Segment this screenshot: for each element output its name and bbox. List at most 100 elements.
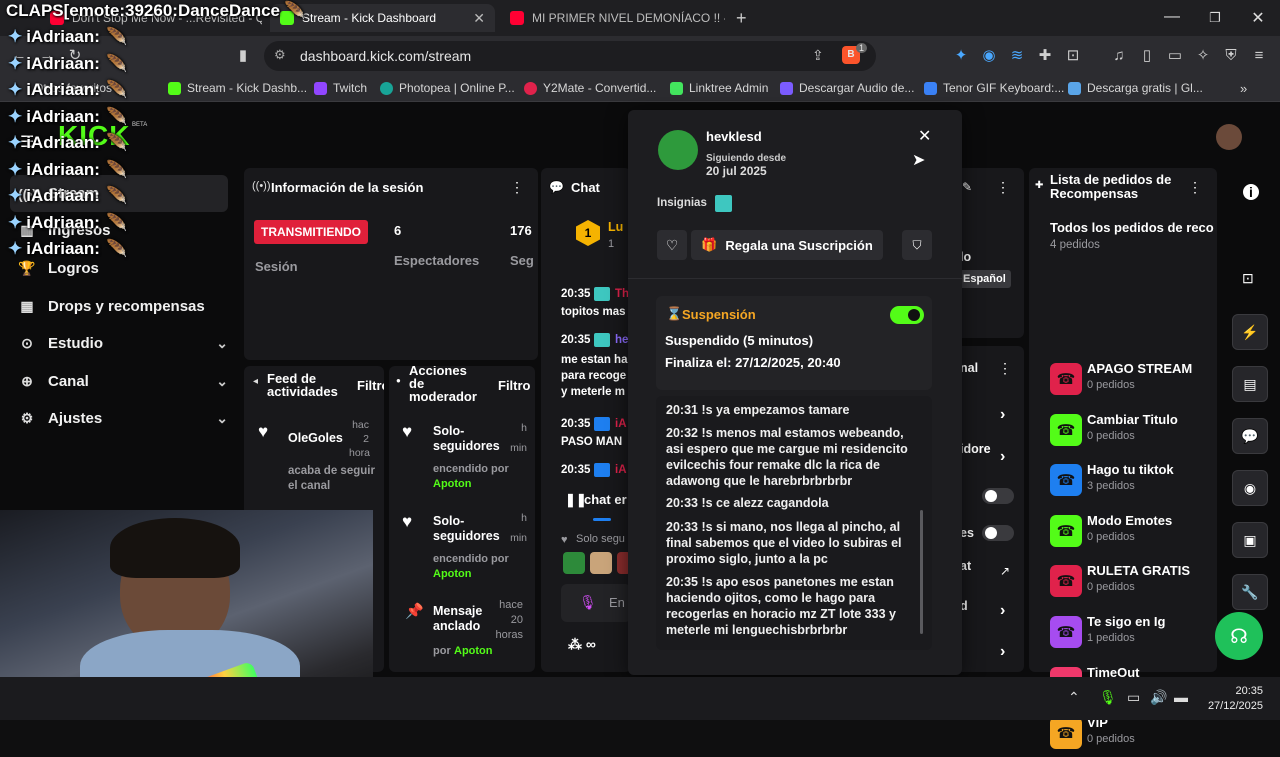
- bookmark-tenor[interactable]: Tenor GIF Keyboard:...: [924, 81, 1064, 95]
- more-bookmarks-icon[interactable]: »: [1240, 81, 1247, 96]
- wrench-icon[interactable]: 🔧: [1232, 574, 1268, 610]
- site-settings-icon[interactable]: ⚙: [274, 47, 286, 63]
- mod-shield-icon[interactable]: ⛉: [902, 230, 932, 260]
- window-close-icon[interactable]: ✕: [1248, 8, 1268, 28]
- display-icon[interactable]: ▭: [1127, 689, 1140, 706]
- trophy-icon: 🏆: [18, 260, 36, 276]
- more-options-icon[interactable]: ⋮: [1188, 179, 1202, 196]
- minimize-icon[interactable]: —: [1162, 8, 1182, 26]
- filter-button[interactable]: Filtro: [357, 378, 384, 393]
- bookmark-photopea[interactable]: Photopea | Online P...: [380, 81, 515, 95]
- feed-user[interactable]: OleGoles: [288, 431, 343, 445]
- chat-bubble-icon[interactable]: 💬: [1232, 418, 1268, 454]
- chevron-right-icon[interactable]: ›: [1000, 643, 1005, 661]
- chevron-right-icon[interactable]: ›: [1000, 448, 1005, 466]
- sidebar-item-ajustes[interactable]: ⚙ Ajustes ⌄: [18, 410, 228, 427]
- sidebar-item-logros[interactable]: 🏆 Logros: [18, 260, 228, 277]
- broadcast-icon: ((•)): [252, 180, 271, 192]
- chat-user[interactable]: Th: [615, 288, 629, 300]
- bookmark-label: Photopea | Online P...: [399, 81, 515, 95]
- reward-count: 0 pedidos: [1087, 379, 1135, 391]
- popover-username[interactable]: hevklesd: [706, 129, 762, 144]
- music-icon[interactable]: ♫: [1110, 47, 1128, 65]
- more-options-icon[interactable]: ⋮: [998, 360, 1012, 377]
- sidebar-item-estudio[interactable]: ⊙ Estudio ⌄: [18, 335, 228, 352]
- microphone-icon[interactable]: 🎙: [579, 594, 597, 611]
- taskbar-clock[interactable]: 20:35 27/12/2025: [1201, 684, 1263, 714]
- bookmark-descargar-audio[interactable]: Descargar Audio de...: [780, 81, 914, 95]
- lightning-icon[interactable]: ⚡: [1232, 314, 1268, 350]
- extension-3-icon[interactable]: ≋: [1008, 47, 1026, 65]
- new-tab-icon[interactable]: +: [736, 8, 747, 29]
- share-icon[interactable]: ⇪: [812, 47, 824, 64]
- external-link-icon[interactable]: ↗: [1000, 564, 1010, 578]
- emote-icon[interactable]: [590, 552, 612, 574]
- layout-icon[interactable]: ▣: [1232, 522, 1268, 558]
- wallet-icon[interactable]: ▭: [1166, 47, 1184, 65]
- reward-item[interactable]: ☎ Cambiar Titulo 0 pedidos: [1050, 408, 1220, 454]
- screenshot-icon[interactable]: ⊡: [1064, 47, 1082, 65]
- edit-icon[interactable]: ✎: [962, 180, 972, 194]
- chat-input[interactable]: 🎙 En: [561, 584, 631, 622]
- chat-user[interactable]: iA: [615, 418, 627, 430]
- chat-user[interactable]: he: [615, 334, 628, 346]
- reward-item[interactable]: ☎ Modo Emotes 0 pedidos: [1050, 509, 1220, 555]
- more-options-icon[interactable]: ⋮: [996, 179, 1010, 196]
- close-icon[interactable]: ✕: [918, 126, 931, 146]
- pinned-user[interactable]: Lu: [608, 220, 623, 234]
- follow-heart-icon[interactable]: ♡: [657, 230, 687, 260]
- speaker-icon[interactable]: 🔊: [1150, 689, 1167, 706]
- emote-icon[interactable]: [563, 552, 585, 574]
- support-chat-icon[interactable]: ☊: [1215, 612, 1263, 660]
- sidebar-item-drops[interactable]: ▦ Drops y recompensas: [18, 298, 228, 315]
- sidebar-icon[interactable]: ▯: [1138, 47, 1156, 65]
- reward-item[interactable]: ☎ APAGO STREAM 0 pedidos: [1050, 357, 1220, 403]
- menu-icon[interactable]: ≡: [1250, 47, 1268, 65]
- reward-item[interactable]: ☎ Hago tu tiktok 3 pedidos: [1050, 458, 1220, 504]
- maximize-icon[interactable]: ❐: [1205, 10, 1225, 26]
- bookmark-descarga-gratis[interactable]: Descarga gratis | Gl...: [1068, 81, 1203, 95]
- bookmark-linktree[interactable]: Linktree Admin: [670, 81, 768, 95]
- close-icon[interactable]: ✕: [465, 10, 485, 27]
- overlay-username: iAdriaan:: [26, 159, 100, 179]
- microphone-icon[interactable]: 🎙: [1099, 689, 1117, 706]
- battery-icon[interactable]: ▬: [1174, 689, 1188, 705]
- mod-action-user[interactable]: Apoton: [433, 478, 471, 490]
- leo-ai-icon[interactable]: ✧: [1194, 47, 1212, 65]
- avatar[interactable]: [1216, 124, 1242, 150]
- mod-action-user[interactable]: Apoton: [454, 645, 492, 657]
- info-icon[interactable]: i: [1243, 184, 1259, 200]
- extensions-icon[interactable]: ✚: [1036, 47, 1054, 65]
- bookmark-icon[interactable]: ▮: [234, 47, 252, 65]
- chat-tools-icon[interactable]: ⁂ ∞: [568, 636, 596, 653]
- feather-icon: 🪶: [105, 159, 128, 179]
- activity-feed-title: Feed de actividades: [267, 372, 338, 398]
- all-requests-label[interactable]: Todos los pedidos de reco: [1050, 220, 1214, 235]
- extension-1-icon[interactable]: ✦: [952, 47, 970, 65]
- toggle-switch[interactable]: [982, 488, 1014, 504]
- gift-subscription-button[interactable]: 🎁 Regala una Suscripción: [691, 230, 883, 260]
- bookmark-kick[interactable]: Stream - Kick Dashb...: [168, 81, 307, 95]
- bookmark-twitch[interactable]: Twitch: [314, 81, 367, 95]
- url-bar[interactable]: ⚙ dashboard.kick.com/stream ⇪ B 1: [264, 41, 876, 71]
- reward-item[interactable]: ☎ RULETA GRATIS 0 pedidos: [1050, 559, 1220, 605]
- chevron-right-icon[interactable]: ›: [1000, 602, 1005, 620]
- vpn-icon[interactable]: ⛨: [1222, 47, 1240, 65]
- broadcast-icon[interactable]: ◉: [1232, 470, 1268, 506]
- tab-youtube-video[interactable]: MI PRIMER NIVEL DEMONÍACO !! - D: [500, 4, 725, 32]
- more-options-icon[interactable]: ⋮: [510, 179, 524, 196]
- reward-item[interactable]: ☎ Te sigo en Ig 1 pedidos: [1050, 610, 1220, 656]
- chat-user[interactable]: iA: [615, 464, 627, 476]
- toggle-switch[interactable]: [982, 525, 1014, 541]
- mod-action-user[interactable]: Apoton: [433, 568, 471, 580]
- extension-2-icon[interactable]: ◉: [980, 47, 998, 65]
- notes-icon[interactable]: ▤: [1232, 366, 1268, 402]
- chevron-right-icon[interactable]: ›: [1000, 406, 1005, 424]
- chat-paused-text[interactable]: chat er: [584, 492, 627, 507]
- chevron-up-icon[interactable]: ⌃: [1068, 689, 1080, 706]
- filter-button[interactable]: Filtro: [498, 378, 531, 393]
- bookmark-y2mate[interactable]: Y2Mate - Convertid...: [524, 81, 656, 95]
- sidebar-item-canal[interactable]: ⊕ Canal ⌄: [18, 373, 228, 390]
- suspension-toggle[interactable]: [890, 306, 924, 324]
- fullscreen-icon[interactable]: ⊡: [1242, 270, 1254, 287]
